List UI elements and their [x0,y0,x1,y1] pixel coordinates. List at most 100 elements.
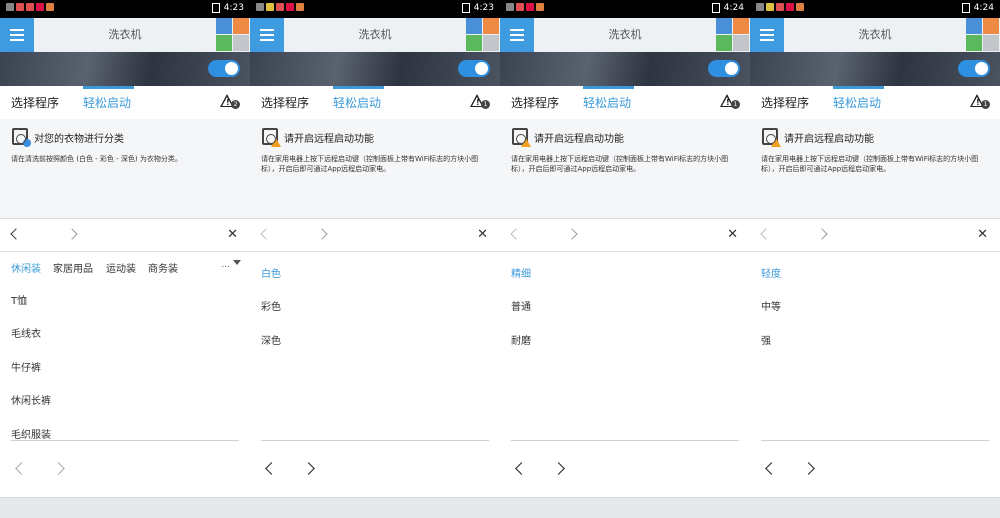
list-item[interactable]: 休闲长裤 [11,392,51,407]
chevron-right-icon[interactable] [316,228,328,240]
tab-easy-start[interactable]: 轻松启动 [583,94,631,111]
list-item[interactable]: 白色 [261,265,281,280]
status-time: 4:23 [223,3,244,13]
battery-icon [961,3,970,13]
remote-start-toggle[interactable] [958,60,990,77]
list-item[interactable]: T恤 [11,292,27,307]
chevron-right-icon[interactable] [52,462,65,475]
app-title: 洗衣机 [108,28,142,41]
app-bar: 洗衣机 [0,18,250,52]
info-title: 对您的衣物进行分类 [34,134,124,145]
tab-easy-start[interactable]: 轻松启动 [83,94,131,111]
close-icon[interactable]: ✕ [227,228,238,241]
appliance-banner [0,52,250,86]
chevron-right-icon[interactable] [566,228,578,240]
list-item[interactable]: 轻度 [761,265,781,280]
selector-nav: ✕ [750,219,1000,252]
list-item[interactable]: 强 [761,332,771,347]
chevron-left-icon[interactable] [15,462,28,475]
tab-bar: 选择程序 轻松启动 ! 1 [250,86,500,119]
screens-row: 4:23 洗衣机 选择程序 轻松启动 ! 2 对您的衣物进行分类 请在清洗前按照… [0,0,1000,518]
chevron-right-icon[interactable] [552,462,565,475]
status-bar: 4:24 [500,0,750,18]
list-item[interactable]: 牛仔裤 [11,359,41,374]
status-time: 4:24 [973,3,994,13]
battery-icon [711,3,720,13]
tab-bar: 选择程序 轻松启动 ! 1 [750,86,1000,119]
category-more-dropdown[interactable]: ... [221,260,241,270]
info-card: 请开启远程启动功能 请在家用电器上按下远程启动键（控制面板上带有WiFi标志的方… [750,119,1000,219]
info-body: 请在家用电器上按下远程启动键（控制面板上带有WiFi标志的方块小图标），开启后即… [261,155,479,173]
bottom-strip [750,497,1000,518]
divider [511,440,739,441]
chevron-left-icon[interactable] [760,228,772,240]
remote-start-toggle[interactable] [208,60,240,77]
chevron-right-icon[interactable] [816,228,828,240]
appliance-banner [500,52,750,86]
hamburger-menu-icon[interactable] [750,18,784,52]
more-label: ... [221,260,230,270]
tab-select-program[interactable]: 选择程序 [511,94,559,111]
list-item[interactable]: 中等 [761,298,781,313]
tab-easy-start[interactable]: 轻松启动 [333,94,381,111]
warning-count-badge: 1 [731,100,740,109]
notification-icons [506,3,544,11]
system-icons: 4:23 [211,3,244,13]
category-home[interactable]: 家居用品 [53,260,93,275]
hamburger-menu-icon[interactable] [500,18,534,52]
category-business[interactable]: 商务装 [148,260,178,275]
chevron-right-icon[interactable] [66,228,78,240]
app-tiles-icon[interactable] [716,18,750,52]
info-body: 请在清洗前按照颜色 (白色 - 彩色 - 深色) 为衣物分类。 [11,155,182,163]
chevron-left-icon[interactable] [765,462,778,475]
close-icon[interactable]: ✕ [977,228,988,241]
appliance-banner [250,52,500,86]
category-casual[interactable]: 休闲装 [11,260,41,275]
list-item[interactable]: 毛线衣 [11,325,41,340]
hamburger-menu-icon[interactable] [0,18,34,52]
close-icon[interactable]: ✕ [477,228,488,241]
caret-down-icon [233,260,241,265]
chevron-right-icon[interactable] [302,462,315,475]
category-sports[interactable]: 运动装 [106,260,136,275]
warning-triangle-icon[interactable]: ! 1 [470,94,490,110]
divider [761,440,989,441]
info-title: 请开启远程启动功能 [534,134,624,145]
chevron-left-icon[interactable] [515,462,528,475]
info-title: 请开启远程启动功能 [284,134,374,145]
chevron-left-icon[interactable] [10,228,22,240]
tab-bar: 选择程序 轻松启动 ! 2 [0,86,250,119]
bottom-strip [250,497,500,518]
hamburger-menu-icon[interactable] [250,18,284,52]
system-icons: 4:24 [711,3,744,13]
list-item[interactable]: 耐磨 [511,332,531,347]
chevron-left-icon[interactable] [510,228,522,240]
tab-easy-start[interactable]: 轻松启动 [833,94,881,111]
divider [261,440,489,441]
app-tiles-icon[interactable] [966,18,1000,52]
list-item[interactable]: 彩色 [261,298,281,313]
warning-triangle-icon[interactable]: ! 1 [970,94,990,110]
tab-select-program[interactable]: 选择程序 [761,94,809,111]
app-tiles-icon[interactable] [466,18,500,52]
system-icons: 4:24 [961,3,994,13]
app-bar: 洗衣机 [250,18,500,52]
list-item[interactable]: 普通 [511,298,531,313]
chevron-right-icon[interactable] [802,462,815,475]
status-time: 4:24 [723,3,744,13]
remote-start-toggle[interactable] [458,60,490,77]
remote-start-toggle[interactable] [708,60,740,77]
list-item[interactable]: 精细 [511,265,531,280]
chevron-left-icon[interactable] [265,462,278,475]
tab-select-program[interactable]: 选择程序 [261,94,309,111]
list-item[interactable]: 深色 [261,332,281,347]
warning-triangle-icon[interactable]: ! 1 [720,94,740,110]
tab-select-program[interactable]: 选择程序 [11,94,59,111]
status-bar: 4:23 [0,0,250,18]
warning-triangle-icon[interactable]: ! 2 [220,94,240,110]
system-icons: 4:23 [461,3,494,13]
list-item[interactable]: 毛织服装 [11,426,51,441]
chevron-left-icon[interactable] [260,228,272,240]
app-tiles-icon[interactable] [216,18,250,52]
close-icon[interactable]: ✕ [727,228,738,241]
